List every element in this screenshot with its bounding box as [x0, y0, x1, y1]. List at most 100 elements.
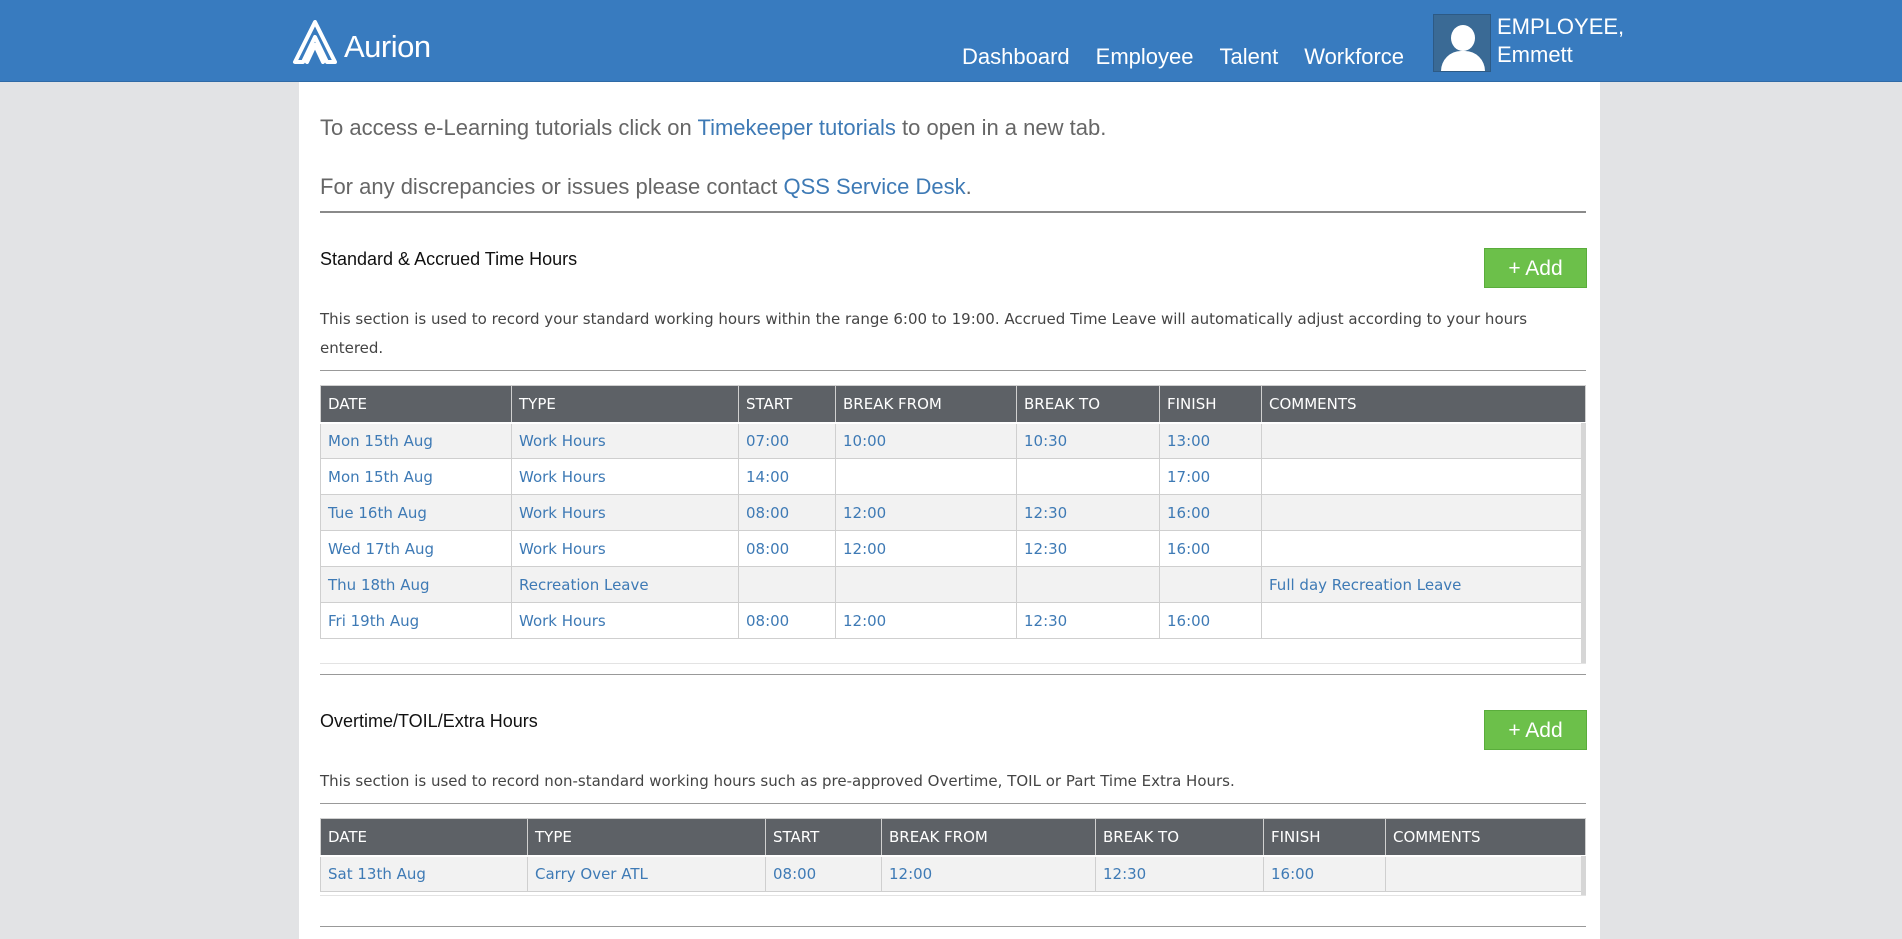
- main-nav: Dashboard Employee Talent Workforce: [962, 44, 1430, 70]
- cell-start[interactable]: 14:00: [738, 458, 836, 495]
- tutorials-suffix: to open in a new tab.: [895, 115, 1107, 140]
- nav-workforce[interactable]: Workforce: [1304, 44, 1404, 70]
- table-row[interactable]: Mon 15th Aug Work Hours 14:00 17:00: [320, 458, 1586, 495]
- cell-finish[interactable]: 16:00: [1159, 602, 1262, 639]
- cell-comments: [1261, 494, 1586, 531]
- top-navigation-bar: Aurion Dashboard Employee Talent Workfor…: [0, 0, 1902, 82]
- contact-line: For any discrepancies or issues please c…: [320, 174, 1586, 200]
- column-header-date[interactable]: DATE: [320, 818, 528, 857]
- cell-start[interactable]: 08:00: [738, 530, 836, 567]
- cell-break-to[interactable]: 12:30: [1016, 530, 1160, 567]
- nav-talent[interactable]: Talent: [1219, 44, 1278, 70]
- cell-break-from: [835, 458, 1017, 495]
- cell-date[interactable]: Fri 19th Aug: [320, 602, 512, 639]
- cell-type[interactable]: Work Hours: [511, 602, 739, 639]
- cell-break-from[interactable]: 12:00: [835, 530, 1017, 567]
- user-firstname: Emmett: [1497, 42, 1573, 67]
- standard-add-button[interactable]: + Add: [1484, 248, 1587, 288]
- cell-type[interactable]: Work Hours: [511, 458, 739, 495]
- cell-start[interactable]: 07:00: [738, 422, 836, 459]
- cell-type[interactable]: Recreation Leave: [511, 566, 739, 603]
- column-header-start[interactable]: START: [738, 385, 836, 424]
- cell-comments: [1261, 458, 1586, 495]
- cell-type[interactable]: Work Hours: [511, 422, 739, 459]
- column-header-break-to[interactable]: BREAK TO: [1016, 385, 1160, 424]
- qss-service-desk-link[interactable]: QSS Service Desk: [783, 174, 965, 199]
- cell-finish[interactable]: 16:00: [1263, 855, 1386, 892]
- cell-start[interactable]: 08:00: [738, 494, 836, 531]
- cell-start[interactable]: 08:00: [738, 602, 836, 639]
- cell-start[interactable]: 08:00: [765, 855, 882, 892]
- cell-comments: [1385, 855, 1586, 892]
- cell-type[interactable]: Work Hours: [511, 494, 739, 531]
- cell-break-to[interactable]: 12:30: [1016, 602, 1160, 639]
- table-row[interactable]: Fri 19th Aug Work Hours 08:00 12:00 12:30 16:…: [320, 602, 1586, 639]
- logo-text: Aurion: [344, 29, 431, 64]
- cell-type[interactable]: Carry Over ATL: [527, 855, 766, 892]
- cell-date[interactable]: Mon 15th Aug: [320, 422, 512, 459]
- standard-hours-table: DATE TYPE START BREAK FROM BREAK TO FINI…: [320, 385, 1586, 639]
- cell-break-from[interactable]: 12:00: [881, 855, 1096, 892]
- standard-table-scrollbar[interactable]: [1581, 423, 1586, 664]
- nav-dashboard[interactable]: Dashboard: [962, 44, 1070, 70]
- table-row[interactable]: Mon 15th Aug Work Hours 07:00 10:00 10:30 13:…: [320, 422, 1586, 459]
- column-header-break-to[interactable]: BREAK TO: [1095, 818, 1264, 857]
- cell-break-from[interactable]: 12:00: [835, 602, 1017, 639]
- column-header-finish[interactable]: FINISH: [1159, 385, 1262, 424]
- cell-date[interactable]: Tue 16th Aug: [320, 494, 512, 531]
- nav-employee[interactable]: Employee: [1096, 44, 1194, 70]
- contact-prefix: For any discrepancies or issues please c…: [320, 174, 784, 199]
- standard-table-bottom-line: [320, 663, 1586, 664]
- cell-break-from[interactable]: 12:00: [835, 494, 1017, 531]
- cell-date[interactable]: Wed 17th Aug: [320, 530, 512, 567]
- overtime-description-divider: [320, 803, 1586, 804]
- cell-comments[interactable]: Full day Recreation Leave: [1261, 566, 1586, 603]
- column-header-comments[interactable]: COMMENTS: [1385, 818, 1586, 857]
- cell-date[interactable]: Sat 13th Aug: [320, 855, 528, 892]
- column-header-finish[interactable]: FINISH: [1263, 818, 1386, 857]
- column-header-comments[interactable]: COMMENTS: [1261, 385, 1586, 424]
- user-surname: EMPLOYEE,: [1497, 14, 1625, 39]
- section-divider-3: [320, 926, 1586, 927]
- column-header-type[interactable]: TYPE: [511, 385, 739, 424]
- cell-type[interactable]: Work Hours: [511, 530, 739, 567]
- column-header-date[interactable]: DATE: [320, 385, 512, 424]
- standard-table-body: Mon 15th Aug Work Hours 07:00 10:00 10:30 13:…: [320, 422, 1586, 639]
- cell-date[interactable]: Thu 18th Aug: [320, 566, 512, 603]
- cell-finish: [1159, 566, 1262, 603]
- overtime-section-description: This section is used to record non-stand…: [320, 772, 1235, 790]
- overtime-section-title: Overtime/TOIL/Extra Hours: [320, 711, 538, 731]
- column-header-type[interactable]: TYPE: [527, 818, 766, 857]
- table-row[interactable]: Thu 18th Aug Recreation Leave Full day Rec…: [320, 566, 1586, 603]
- table-row[interactable]: Sat 13th Aug Carry Over ATL 08:00 12:00 12:3…: [320, 855, 1586, 892]
- cell-date[interactable]: Mon 15th Aug: [320, 458, 512, 495]
- aurion-logo[interactable]: Aurion: [292, 19, 431, 65]
- cell-finish[interactable]: 17:00: [1159, 458, 1262, 495]
- avatar[interactable]: [1433, 14, 1491, 72]
- cell-finish[interactable]: 16:00: [1159, 494, 1262, 531]
- cell-finish[interactable]: 16:00: [1159, 530, 1262, 567]
- standard-description-divider: [320, 370, 1586, 371]
- column-header-break-from[interactable]: BREAK FROM: [835, 385, 1017, 424]
- cell-break-to[interactable]: 12:30: [1095, 855, 1264, 892]
- section-divider-2: [320, 674, 1586, 675]
- avatar-head-shape: [1451, 25, 1475, 51]
- cell-break-to[interactable]: 12:30: [1016, 494, 1160, 531]
- overtime-table-body: Sat 13th Aug Carry Over ATL 08:00 12:00 12:3…: [320, 855, 1586, 892]
- cell-finish[interactable]: 13:00: [1159, 422, 1262, 459]
- column-header-break-from[interactable]: BREAK FROM: [881, 818, 1096, 857]
- cell-break-from[interactable]: 10:00: [835, 422, 1017, 459]
- table-row[interactable]: Tue 16th Aug Work Hours 08:00 12:00 12:30 16:…: [320, 494, 1586, 531]
- cell-start: [738, 566, 836, 603]
- user-menu[interactable]: EMPLOYEE, Emmett: [1433, 14, 1624, 72]
- contact-suffix: .: [965, 174, 972, 199]
- timekeeper-tutorials-link[interactable]: Timekeeper tutorials: [697, 115, 895, 140]
- overtime-table-scrollbar[interactable]: [1581, 856, 1586, 896]
- column-header-start[interactable]: START: [765, 818, 882, 857]
- overtime-add-button[interactable]: + Add: [1484, 710, 1587, 750]
- user-name[interactable]: EMPLOYEE, Emmett: [1497, 13, 1624, 72]
- table-row[interactable]: Wed 17th Aug Work Hours 08:00 12:00 12:30 16:…: [320, 530, 1586, 567]
- content-panel: To access e-Learning tutorials click on …: [299, 82, 1600, 939]
- aurion-logo-icon: [293, 20, 337, 64]
- cell-break-to[interactable]: 10:30: [1016, 422, 1160, 459]
